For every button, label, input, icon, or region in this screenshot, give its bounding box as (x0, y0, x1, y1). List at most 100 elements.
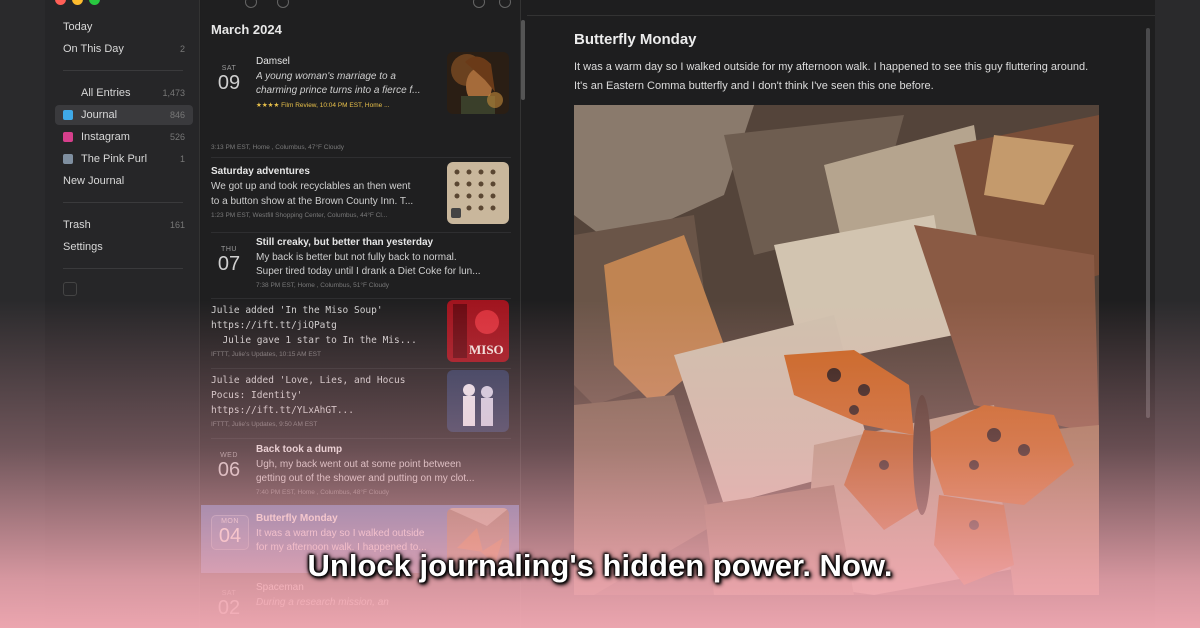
entry-meta: 7:40 PM EST, Home , Columbus, 48°F Cloud… (256, 489, 390, 496)
sidebar-item-instagram[interactable]: Instagram 526 (55, 127, 193, 147)
entry-preview-line: My back is better but not fully back to … (256, 252, 457, 263)
entry-separator (211, 438, 511, 439)
entry-preview-line: We got up and took recyclables an then w… (211, 181, 411, 192)
entry-meta: IFTTT, Julie's Updates, 9:50 AM EST (211, 421, 318, 428)
entry-thumbnail (447, 370, 509, 432)
sidebar-item-count: 2 (179, 44, 185, 54)
journal-color-swatch (63, 110, 73, 120)
entry-day: 09 (217, 72, 241, 94)
entry-title: Butterfly Monday (256, 513, 338, 524)
sidebar-item-journal[interactable]: Journal 846 (55, 105, 193, 125)
add-entry-icon[interactable] (499, 0, 511, 8)
detail-scrollbar[interactable] (1146, 28, 1150, 418)
list-scrollbar[interactable] (521, 20, 525, 100)
sidebar-item-settings[interactable]: Settings (55, 237, 193, 257)
sidebar-item-all-entries[interactable]: All Entries 1,473 (55, 83, 193, 103)
entry-preview-line: Super tired today until I drank a Diet C… (256, 266, 481, 277)
entry-day: 06 (217, 459, 241, 481)
sidebar-item-count: 526 (169, 132, 185, 142)
entry-preview-line: Julie gave 1 star to In the Mis... (211, 335, 417, 346)
entry-date: SAT 02 (211, 590, 247, 619)
sidebar: Today On This Day 2 All Entries 1,473 Jo… (45, 0, 200, 628)
entry-day: 02 (217, 597, 241, 619)
entry-preview-line: charming prince turns into a fierce f... (256, 85, 421, 96)
entry-preview-line: Pocus: Identity' (211, 390, 303, 401)
entry-date: WED 06 (211, 452, 247, 481)
entry-preview-line: getting out of the shower and putting on… (256, 473, 475, 484)
list-item[interactable]: Julie added 'Love, Lies, and Hocus Pocus… (201, 370, 519, 436)
sidebar-item-label: All Entries (81, 87, 131, 99)
entry-detail-text[interactable]: It was a warm day so I walked outside fo… (574, 58, 1094, 96)
sidebar-divider (63, 268, 183, 269)
sidebar-item-label: Settings (63, 241, 103, 253)
entry-thumbnail (447, 162, 509, 224)
entry-separator (211, 232, 511, 233)
entry-preview-line: A young woman's marriage to a (256, 71, 396, 82)
sidebar-item-today[interactable]: Today (55, 17, 193, 37)
month-header: March 2024 (211, 22, 282, 37)
entry-thumbnail: MISO (447, 300, 509, 362)
toolbar-icon[interactable] (245, 0, 257, 8)
list-toolbar (201, 0, 520, 16)
minimize-window-button[interactable] (72, 0, 83, 5)
sidebar-item-label: On This Day (63, 43, 124, 55)
entry-weekday: THU (221, 246, 237, 253)
list-item[interactable]: Julie added 'In the Miso Soup' https://i… (201, 300, 519, 366)
entry-thumbnail (447, 52, 509, 114)
entry-separator (211, 368, 511, 369)
sync-icon[interactable] (63, 282, 77, 296)
entry-meta: 7:38 PM EST, Home , Columbus, 51°F Cloud… (256, 282, 390, 289)
search-icon[interactable] (473, 0, 485, 8)
sidebar-item-trash[interactable]: Trash 161 (55, 215, 193, 235)
entry-preview-line: Ugh, my back went out at some point betw… (256, 459, 462, 470)
entry-preview-line: Julie added 'In the Miso Soup' (211, 305, 383, 316)
entry-date: THU 07 (211, 246, 247, 275)
entry-detail: Butterfly Monday It was a warm day so I … (527, 0, 1155, 628)
entry-separator (211, 157, 511, 158)
sidebar-item-label: New Journal (63, 175, 125, 187)
list-item[interactable]: THU 07 Still creaky, but better than yes… (201, 234, 519, 298)
entry-weekday: SAT (221, 590, 237, 597)
entry-preview-line: https://ift.tt/jiQPatg (211, 320, 337, 331)
list-item[interactable]: Saturday adventures We got up and took r… (201, 160, 519, 230)
detail-toolbar (527, 0, 1155, 16)
sidebar-item-the-pink-purl[interactable]: The Pink Purl 1 (55, 149, 193, 169)
sidebar-item-label: Today (63, 21, 93, 33)
list-item[interactable]: SAT 02 Spaceman During a research missio… (201, 578, 519, 628)
sidebar-divider (63, 202, 183, 203)
entry-day: 04 (218, 525, 242, 547)
window-controls (55, 0, 100, 5)
list-item[interactable]: SAT 09 Damsel A young woman's marriage t… (201, 50, 519, 140)
sidebar-item-new-journal[interactable]: New Journal (55, 171, 193, 191)
sidebar-divider (63, 70, 183, 71)
entry-title: Back took a dump (256, 444, 343, 455)
entry-weekday: MON (221, 518, 239, 525)
app-window: Today On This Day 2 All Entries 1,473 Jo… (45, 0, 1155, 628)
sidebar-item-label: Journal (81, 109, 118, 121)
sidebar-item-label: Trash (63, 219, 91, 231)
zoom-window-button[interactable] (89, 0, 100, 5)
background-left (0, 0, 45, 628)
sidebar-item-label: Instagram (81, 131, 130, 143)
toolbar-icon[interactable] (277, 0, 289, 8)
entry-title: Saturday adventures (211, 166, 310, 177)
entry-meta: ★★★★ Film Review, 10:04 PM EST, Home ... (256, 102, 390, 109)
sidebar-item-on-this-day[interactable]: On This Day 2 (55, 39, 193, 59)
sidebar-item-count: 1,473 (162, 88, 185, 98)
pink-purl-color-swatch (63, 154, 73, 164)
close-window-button[interactable] (55, 0, 66, 5)
list-item[interactable]: WED 06 Back took a dump Ugh, my back wen… (201, 440, 519, 502)
entry-weekday: SAT (221, 65, 237, 72)
entry-separator (211, 298, 511, 299)
svg-text:MISO: MISO (469, 342, 504, 357)
entry-detail-title[interactable]: Butterfly Monday (574, 31, 697, 48)
promo-headline: Unlock journaling's hidden power. Now. (307, 548, 893, 583)
butterfly-photo[interactable] (574, 105, 1099, 595)
entry-preview-line: During a research mission, an (256, 597, 389, 608)
entry-meta: 3:13 PM EST, Home , Columbus, 47°F Cloud… (211, 144, 345, 151)
entry-title: Damsel (256, 56, 290, 67)
background-right (1155, 0, 1200, 628)
entry-list: March 2024 SAT 09 Damsel A young woman's… (201, 0, 521, 628)
entry-preview-line: Julie added 'Love, Lies, and Hocus (211, 375, 406, 386)
sidebar-item-label: The Pink Purl (81, 153, 148, 165)
